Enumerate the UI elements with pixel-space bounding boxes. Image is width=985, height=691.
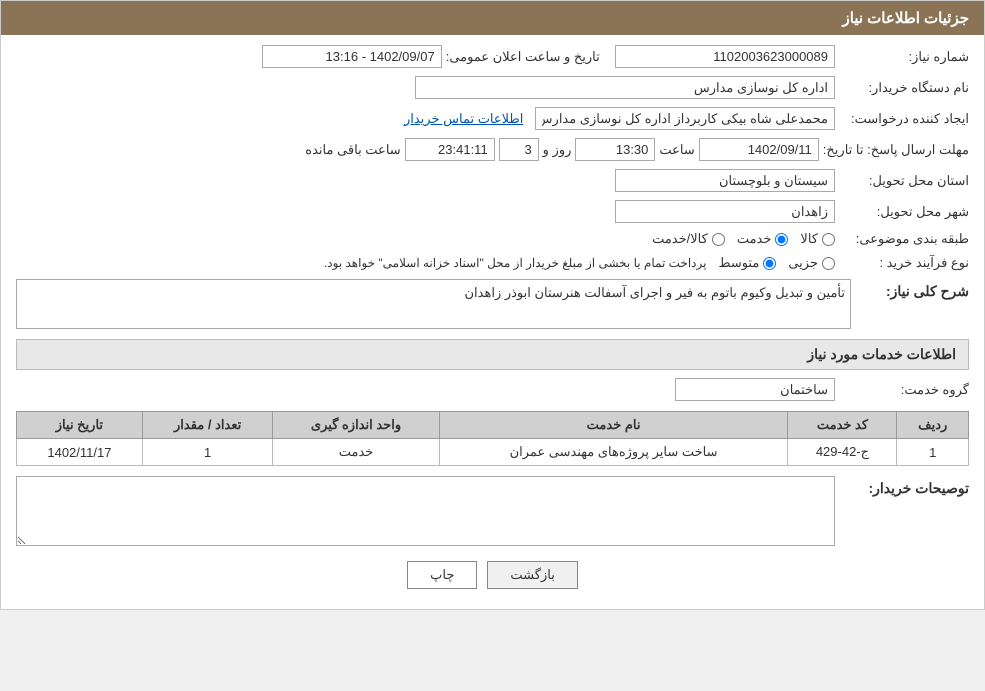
need-description-label: شرح کلی نیاز: bbox=[859, 279, 969, 300]
deadline-row: مهلت ارسال پاسخ: تا تاریخ: ساعت روز و سا… bbox=[16, 138, 969, 161]
services-section-title: اطلاعات خدمات مورد نیاز bbox=[16, 339, 969, 370]
category-kala: کالا bbox=[800, 231, 835, 247]
services-table: ردیف کد خدمت نام خدمت واحد اندازه گیری ت… bbox=[16, 411, 969, 466]
city-input[interactable] bbox=[615, 200, 835, 223]
city-label: شهر محل تحویل: bbox=[839, 204, 969, 220]
cell-quantity: 1 bbox=[142, 439, 273, 466]
requester-label: ایجاد کننده درخواست: bbox=[839, 111, 969, 127]
deadline-label: مهلت ارسال پاسخ: تا تاریخ: bbox=[823, 142, 969, 158]
back-button[interactable]: بازگشت bbox=[487, 561, 577, 589]
cell-date: 1402/11/17 bbox=[17, 439, 143, 466]
deadline-time-label: ساعت bbox=[659, 142, 694, 158]
province-label: استان محل تحویل: bbox=[839, 173, 969, 189]
category-radio-group: کالا خدمت کالا/خدمت bbox=[652, 231, 835, 247]
page-wrapper: جزئیات اطلاعات نیاز شماره نیاز: تاریخ و … bbox=[0, 0, 985, 610]
province-input[interactable] bbox=[615, 169, 835, 192]
deadline-remaining-input[interactable] bbox=[405, 138, 495, 161]
city-row: شهر محل تحویل: bbox=[16, 200, 969, 223]
deadline-time-input[interactable] bbox=[575, 138, 655, 161]
deadline-remaining-label: ساعت باقی مانده bbox=[305, 142, 400, 158]
requester-input[interactable] bbox=[535, 107, 835, 130]
cell-unit: خدمت bbox=[273, 439, 439, 466]
process-jozvi: جزیی bbox=[788, 255, 835, 271]
col-row-num: ردیف bbox=[897, 412, 969, 439]
process-note: پرداخت تمام یا بخشی از مبلغ خریدار از مح… bbox=[324, 256, 707, 270]
buttons-row: بازگشت چاپ bbox=[16, 561, 969, 589]
category-khadamat: خدمت bbox=[737, 231, 789, 247]
buyer-desc-label: توصیحات خریدار: bbox=[839, 476, 969, 497]
province-row: استان محل تحویل: bbox=[16, 169, 969, 192]
contact-link[interactable]: اطلاعات تماس خریدار bbox=[404, 111, 523, 127]
cell-service-code: ج-42-429 bbox=[788, 439, 897, 466]
cell-row-num: 1 bbox=[897, 439, 969, 466]
need-description-row: شرح کلی نیاز: تأمین و تبدیل وکیوم باتوم … bbox=[16, 279, 969, 329]
process-jozvi-radio[interactable] bbox=[822, 257, 835, 270]
buyer-desc-textarea[interactable] bbox=[16, 476, 835, 546]
process-jozvi-label: جزیی bbox=[788, 255, 818, 271]
category-kala-khadamat-label: کالا/خدمت bbox=[652, 231, 708, 247]
announce-date-label: تاریخ و ساعت اعلان عمومی: bbox=[446, 49, 600, 65]
cell-service-name: ساخت سایر پروژه‌های مهندسی عمران bbox=[439, 439, 788, 466]
category-kala-label: کالا bbox=[800, 231, 818, 247]
page-header: جزئیات اطلاعات نیاز bbox=[1, 1, 984, 35]
table-row: 1 ج-42-429 ساخت سایر پروژه‌های مهندسی عم… bbox=[17, 439, 969, 466]
category-row: طبقه بندی موضوعی: کالا خدمت کالا/خدمت bbox=[16, 231, 969, 247]
deadline-date-input[interactable] bbox=[699, 138, 819, 161]
need-number-label: شماره نیاز: bbox=[839, 49, 969, 65]
col-service-code: کد خدمت bbox=[788, 412, 897, 439]
buyer-org-label: نام دستگاه خریدار: bbox=[839, 80, 969, 96]
print-button[interactable]: چاپ bbox=[407, 561, 477, 589]
col-quantity: تعداد / مقدار bbox=[142, 412, 273, 439]
buyer-org-row: نام دستگاه خریدار: bbox=[16, 76, 969, 99]
category-khadamat-label: خدمت bbox=[737, 231, 772, 247]
process-motovaset-label: متوسط bbox=[718, 255, 759, 271]
page-content: شماره نیاز: تاریخ و ساعت اعلان عمومی: نا… bbox=[1, 35, 984, 609]
category-kala-khadamat-radio[interactable] bbox=[712, 233, 725, 246]
service-group-row: گروه خدمت: bbox=[16, 378, 969, 401]
buyer-org-input[interactable] bbox=[415, 76, 835, 99]
col-date: تاریخ نیاز bbox=[17, 412, 143, 439]
deadline-days-input[interactable] bbox=[499, 138, 539, 161]
need-number-input[interactable] bbox=[615, 45, 835, 68]
col-service-name: نام خدمت bbox=[439, 412, 788, 439]
deadline-days-label: روز و bbox=[543, 142, 572, 158]
buyer-desc-row: توصیحات خریدار: bbox=[16, 476, 969, 546]
announce-date-input[interactable] bbox=[262, 45, 442, 68]
page-title: جزئیات اطلاعات نیاز bbox=[843, 10, 970, 27]
process-radio-group: جزیی متوسط پرداخت تمام یا بخشی از مبلغ خ… bbox=[324, 255, 835, 271]
service-group-label: گروه خدمت: bbox=[839, 382, 969, 398]
category-kala-radio[interactable] bbox=[822, 233, 835, 246]
process-motovaset: متوسط bbox=[718, 255, 776, 271]
category-kala-khadamat: کالا/خدمت bbox=[652, 231, 725, 247]
service-group-input[interactable] bbox=[675, 378, 835, 401]
process-motovaset-radio[interactable] bbox=[763, 257, 776, 270]
requester-row: ایجاد کننده درخواست: اطلاعات تماس خریدار bbox=[16, 107, 969, 130]
col-unit: واحد اندازه گیری bbox=[273, 412, 439, 439]
category-khadamat-radio[interactable] bbox=[775, 233, 788, 246]
process-label: نوع فرآیند خرید : bbox=[839, 255, 969, 271]
process-row: نوع فرآیند خرید : جزیی متوسط پرداخت تمام… bbox=[16, 255, 969, 271]
category-label: طبقه بندی موضوعی: bbox=[839, 231, 969, 247]
need-number-row: شماره نیاز: تاریخ و ساعت اعلان عمومی: bbox=[16, 45, 969, 68]
services-table-section: ردیف کد خدمت نام خدمت واحد اندازه گیری ت… bbox=[16, 411, 969, 466]
need-description-value: تأمین و تبدیل وکیوم باتوم به فیر و اجرای… bbox=[16, 279, 851, 329]
table-header-row: ردیف کد خدمت نام خدمت واحد اندازه گیری ت… bbox=[17, 412, 969, 439]
